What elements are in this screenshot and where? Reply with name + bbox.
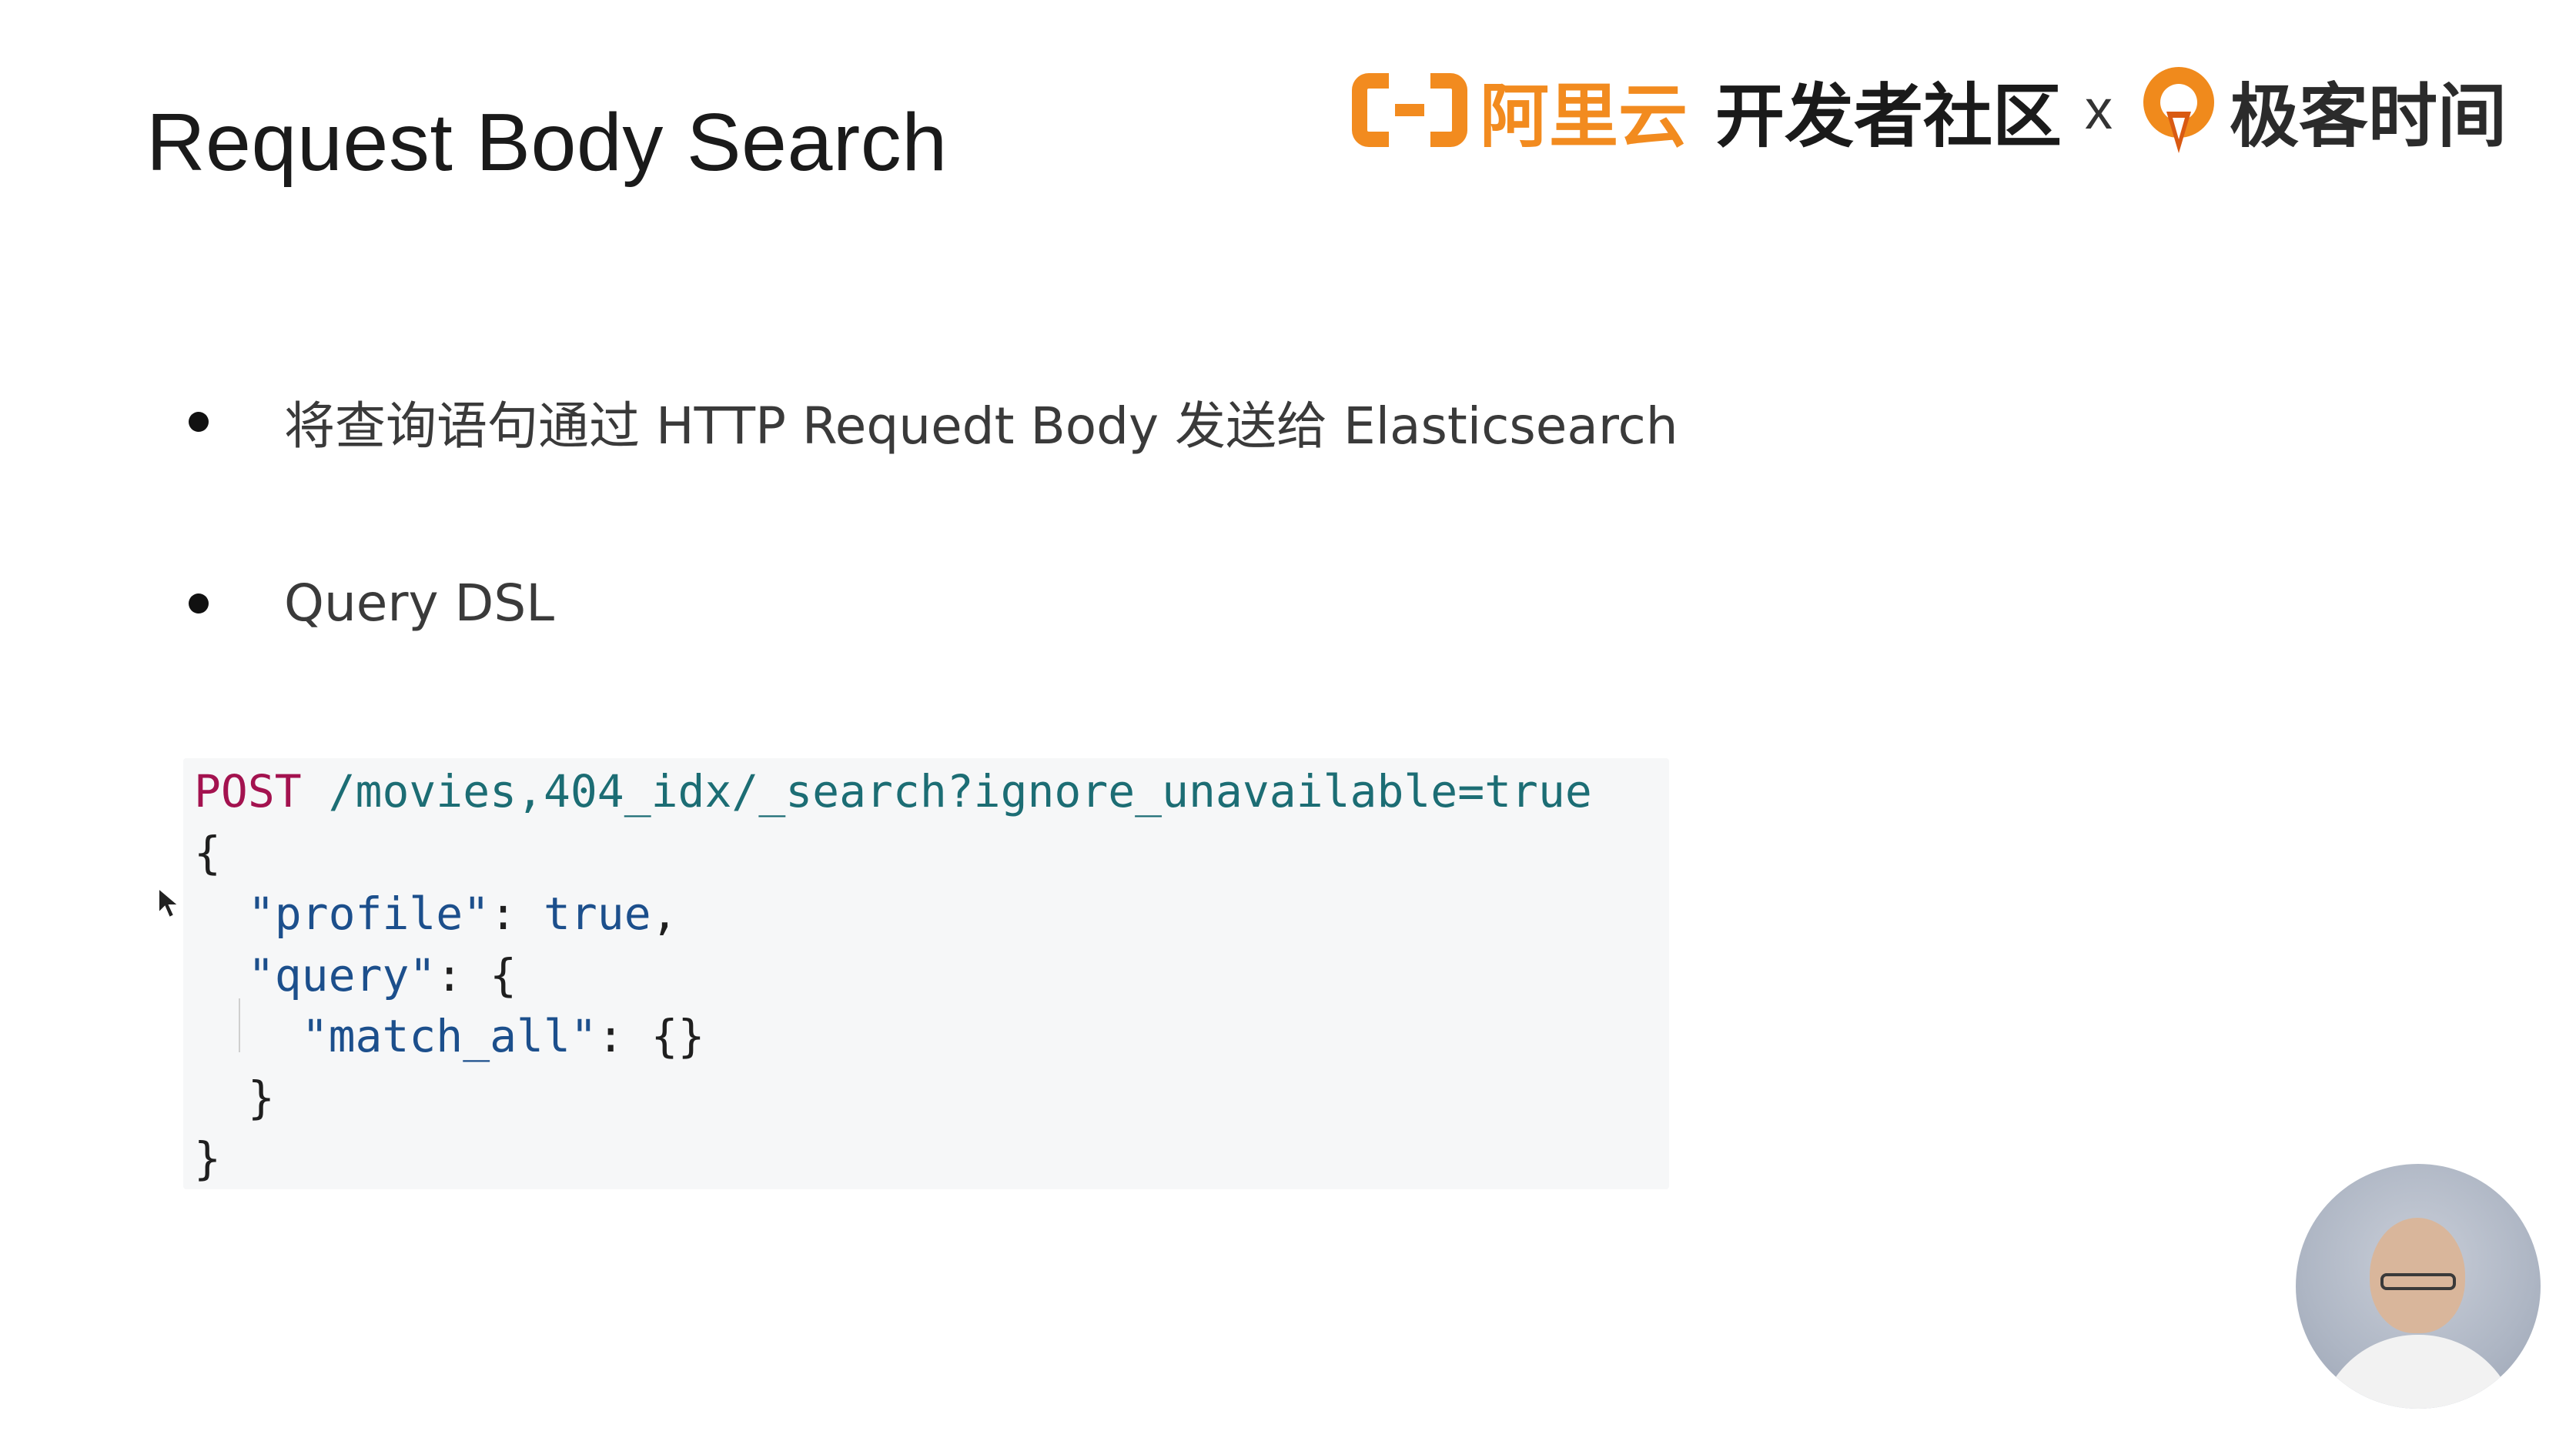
code-url: /movies,404_idx/_search?ignore_unavailab… [328,765,1592,817]
code-content: POST /movies,404_idx/_search?ignore_unav… [194,765,1592,1185]
code-profile-value: true [543,888,651,940]
geektime-brand-text: 极客时间 [2230,76,2507,157]
slide-title: Request Body Search [146,97,948,188]
code-query-close: } [247,1071,275,1124]
mouse-pointer-icon [158,886,181,919]
presenter-avatar [2296,1164,2541,1409]
code-block: POST /movies,404_idx/_search?ignore_unav… [183,758,1669,1189]
aliyun-brand-text: 阿里云 [1480,76,1688,157]
aliyun-logo-icon [1352,73,1467,147]
bullet-item-1: 将查询语句通过 HTTP Requedt Body 发送给 Elasticsea… [189,385,1678,459]
brand-separator: x [2085,79,2113,141]
brand-logos: 阿里云 开发者社区 x 极客时间 [1352,60,2507,160]
bullet-dot [189,593,209,614]
code-match-all-key: "match_all" [301,1010,597,1062]
geektime-logo-icon [2143,67,2214,153]
code-http-method: POST [194,765,302,817]
code-open-brace: { [194,826,221,879]
bullet-dot [189,412,209,432]
code-close-brace: } [194,1132,221,1185]
developer-community-text: 开发者社区 [1715,76,2062,157]
code-match-all-value: {} [651,1010,705,1062]
code-profile-key: "profile" [247,888,490,940]
bullet-text-1: 将查询语句通过 HTTP Requedt Body 发送给 Elasticsea… [284,396,1678,456]
bullet-item-2: Query DSL [189,573,554,633]
code-query-open: { [490,948,517,1001]
code-query-key: "query" [247,948,437,1001]
bullet-text-2: Query DSL [284,573,555,633]
